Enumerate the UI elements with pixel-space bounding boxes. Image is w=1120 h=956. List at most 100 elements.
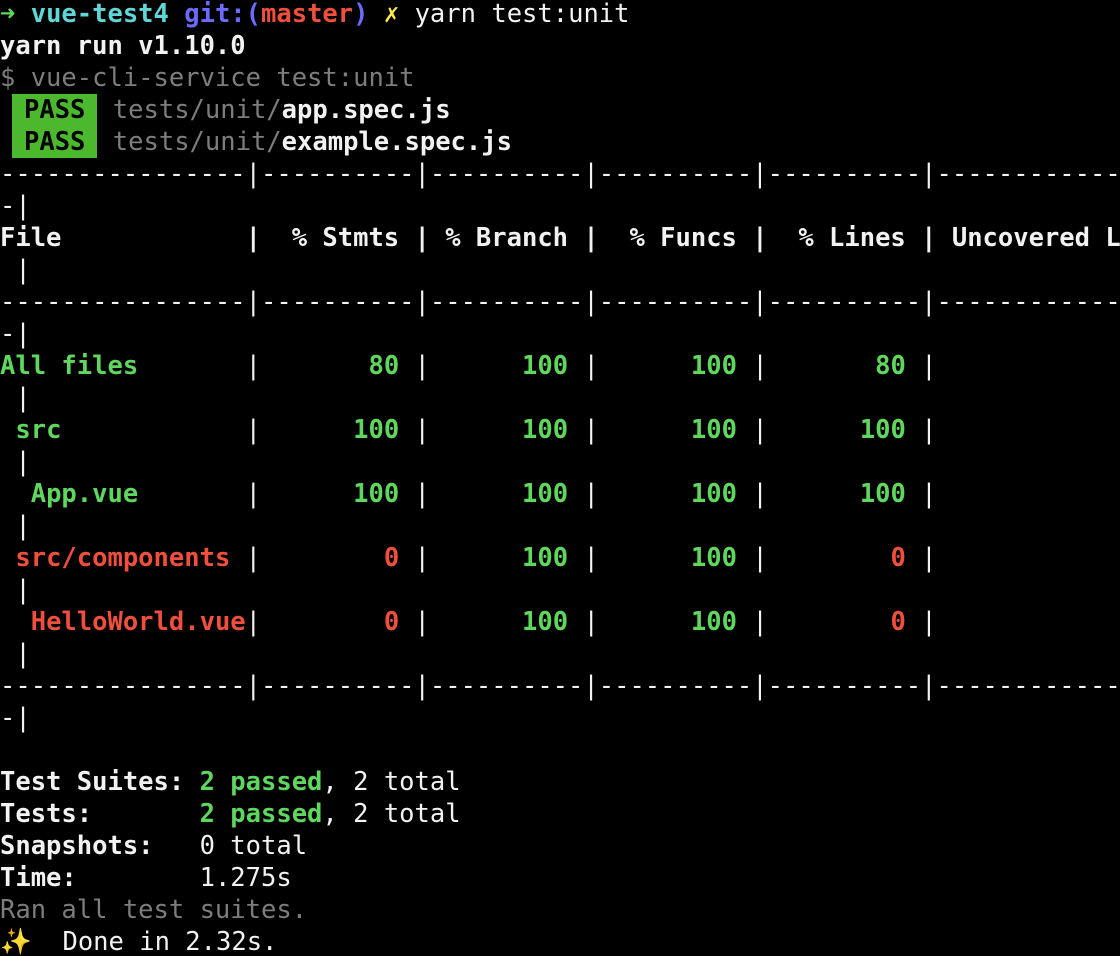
cell-pad [445, 607, 522, 637]
coverage-file-indent [0, 543, 15, 573]
tests-label: Tests: [0, 799, 93, 829]
git-prefix: git:( [184, 0, 262, 29]
test-file: app.spec.js [281, 95, 451, 125]
cell-pad [276, 415, 353, 445]
coverage-file: src [15, 415, 62, 445]
summary-time: Time: 1.275s [0, 862, 292, 894]
suites-label: Test Suites: [0, 767, 185, 797]
col-sep: | [905, 607, 937, 637]
col-sep: | [568, 479, 615, 509]
col-sep: | [245, 607, 277, 637]
coverage-file: src/components [15, 543, 231, 573]
coverage-header: File | % Stmts | % Branch | % Funcs | % … [0, 223, 1120, 253]
coverage-lines: 80 [875, 351, 906, 381]
git-branch: master [261, 0, 354, 29]
coverage-file-indent [0, 479, 31, 509]
cell-pad [783, 351, 875, 381]
coverage-lines: 100 [859, 415, 906, 445]
coverage-row-wrap: | [0, 383, 31, 413]
cell-pad [138, 479, 245, 509]
coverage-funcs: 100 [690, 479, 737, 509]
col-sep: | [399, 479, 446, 509]
col-sep: | [736, 415, 784, 445]
suites-passed: 2 passed [199, 767, 323, 797]
cell-pad [445, 415, 522, 445]
test-dir: tests/unit/ [112, 95, 282, 125]
col-sep: | [568, 415, 615, 445]
coverage-row: HelloWorld.vue| 0 | 100 | 100 | 0 | 44 [0, 606, 1120, 638]
col-sep: | [245, 479, 277, 509]
coverage-lines: 0 [890, 543, 906, 573]
col-sep: | [245, 543, 277, 573]
col-sep: | [736, 607, 784, 637]
coverage-row: src | 100 | 100 | 100 | 100 | [0, 414, 936, 446]
col-sep: | [399, 351, 446, 381]
ran-all-line: Ran all test suites. [0, 895, 308, 925]
col-sep: | [905, 479, 937, 509]
yarn-version-line: yarn run v1.10.0 [0, 31, 246, 61]
cell-pad [937, 607, 1120, 637]
test-file: example.spec.js [281, 127, 512, 157]
done-text: Done in 2.32s. [31, 927, 278, 956]
coverage-funcs: 100 [690, 415, 737, 445]
time-value: 1.275s [199, 863, 292, 893]
coverage-stmts: 80 [368, 351, 400, 381]
cell-pad [783, 607, 890, 637]
service-command-line: $ vue-cli-service test:unit [0, 63, 415, 93]
coverage-file: App.vue [30, 479, 139, 509]
summary-suites: Test Suites: 2 passed, 2 total [0, 766, 461, 798]
col-sep: | [568, 607, 615, 637]
terminal-window[interactable]: ➜ vue-test4 git:(master) ✗ yarn test:uni… [0, 0, 1120, 956]
table-separator-wrap: -| [0, 703, 31, 733]
table-separator: ----------------|----------|----------|-… [0, 671, 1120, 701]
col-sep: | [399, 607, 446, 637]
table-separator-wrap: -| [0, 191, 31, 221]
cell-pad [783, 479, 860, 509]
prompt-command: yarn test:unit [414, 0, 630, 29]
pass-badge: PASS [12, 126, 98, 158]
cell-pad [445, 543, 522, 573]
coverage-branch: 100 [522, 479, 569, 509]
cell-pad [276, 479, 353, 509]
sparkles-icon: ✨ [0, 927, 32, 956]
tests-total: , 2 total [322, 799, 461, 829]
cell-pad [614, 479, 691, 509]
cell-pad [614, 543, 691, 573]
col-sep: | [905, 543, 937, 573]
coverage-row-wrap: | [0, 511, 31, 541]
coverage-row: All files | 80 | 100 | 100 | 80 | [0, 350, 937, 382]
cell-pad [138, 351, 245, 381]
prompt-arrow-icon: ➜ [0, 0, 16, 29]
dirty-mark-icon: ✗ [383, 0, 400, 29]
cell-pad [61, 415, 245, 445]
col-sep: | [905, 351, 937, 381]
coverage-row: src/components | 0 | 100 | 100 | 0 | [0, 542, 937, 574]
snapshots-label: Snapshots: [0, 831, 154, 861]
coverage-row-wrap: | [0, 639, 31, 669]
git-suffix: ) [353, 0, 369, 29]
coverage-funcs: 100 [690, 607, 737, 637]
cell-pad [445, 479, 522, 509]
coverage-stmts: 100 [353, 415, 400, 445]
coverage-stmts: 0 [383, 543, 400, 573]
cell-pad [614, 415, 691, 445]
coverage-row-wrap: | [0, 575, 31, 605]
col-sep: | [568, 543, 615, 573]
cell-pad [276, 543, 383, 573]
coverage-branch: 100 [522, 415, 569, 445]
cell-pad [614, 607, 691, 637]
summary-snapshots: Snapshots: 0 total [0, 830, 307, 862]
header-wrap: | [0, 255, 31, 285]
coverage-lines: 0 [890, 607, 906, 637]
col-sep: | [245, 415, 277, 445]
coverage-branch: 100 [522, 607, 569, 637]
col-sep: | [568, 351, 615, 381]
coverage-stmts: 100 [353, 479, 400, 509]
table-separator: ----------------|----------|----------|-… [0, 159, 1120, 189]
cell-pad [230, 543, 245, 573]
table-separator: ----------------|----------|----------|-… [0, 287, 1120, 317]
tests-passed: 2 passed [199, 799, 323, 829]
col-sep: | [245, 351, 277, 381]
coverage-stmts: 0 [383, 607, 400, 637]
col-sep: | [736, 543, 784, 573]
